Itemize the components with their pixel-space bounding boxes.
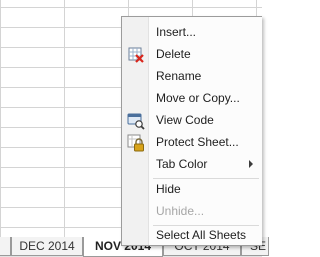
- menu-item-label: Hide: [156, 182, 181, 196]
- menu-item-view-code[interactable]: View Code: [122, 110, 262, 132]
- menu-item-insert[interactable]: Insert...: [122, 22, 262, 44]
- sheet-tab-context-menu: Insert... Delete Rename Move or Copy...: [121, 16, 262, 246]
- menu-item-label: Unhide...: [156, 204, 205, 218]
- menu-item-label: Rename: [156, 69, 202, 83]
- menu-item-tab-color[interactable]: Tab Color: [122, 154, 262, 176]
- menu-item-unhide: Unhide...: [122, 201, 262, 223]
- sheet-tab-partial[interactable]: [0, 237, 11, 256]
- delete-sheet-icon: [127, 46, 145, 64]
- menu-item-rename[interactable]: Rename: [122, 66, 262, 88]
- menu-item-label: Tab Color: [156, 157, 208, 171]
- submenu-arrow-icon: [249, 160, 253, 168]
- menu-item-label: Delete: [156, 47, 191, 61]
- menu-item-label: Select All Sheets: [156, 228, 247, 242]
- sheet-tab-dec-2014[interactable]: DEC 2014: [11, 237, 83, 256]
- menu-item-protect-sheet[interactable]: Protect Sheet...: [122, 132, 262, 154]
- menu-item-label: View Code: [156, 113, 214, 127]
- view-code-icon: [127, 112, 145, 130]
- menu-item-label: Move or Copy...: [156, 91, 240, 105]
- menu-item-select-all-sheets[interactable]: Select All Sheets: [122, 225, 262, 247]
- menu-item-label: Insert...: [156, 25, 197, 39]
- menu-item-delete[interactable]: Delete: [122, 44, 262, 66]
- protect-sheet-icon: [127, 134, 145, 152]
- menu-item-move-or-copy[interactable]: Move or Copy...: [122, 88, 262, 110]
- menu-item-label: Protect Sheet...: [156, 135, 239, 149]
- menu-item-hide[interactable]: Hide: [122, 179, 262, 201]
